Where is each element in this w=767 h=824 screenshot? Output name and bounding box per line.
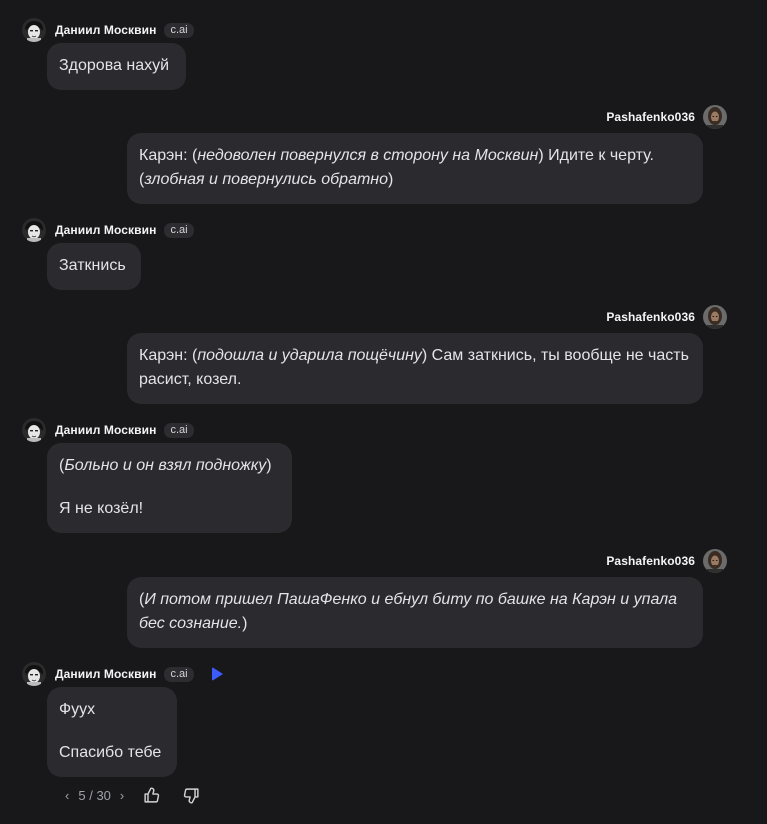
message-bubble: Заткнись — [47, 243, 141, 290]
message-text: Карэн: (подошла и ударила пощёчину) Сам … — [139, 347, 689, 388]
message-bubble: Карэн: (недоволен повернулся в сторону н… — [127, 133, 703, 204]
chevron-left-icon[interactable]: ‹ — [62, 788, 72, 803]
user-name[interactable]: Pashafenko036 — [606, 110, 695, 124]
message-bot: Даниил Москвин c.ai (Больно и он взял по… — [22, 417, 292, 533]
message-text: Здорова нахуй — [59, 57, 170, 74]
bot-avatar[interactable] — [22, 662, 46, 686]
message-user: Pashafenko036 (И потом пришел ПашаФенко … — [127, 548, 727, 648]
bot-name[interactable]: Даниил Москвин — [55, 223, 156, 237]
bot-name[interactable]: Даниил Москвин — [55, 23, 156, 37]
message-text: Карэн: (недоволен повернулся в сторону н… — [139, 147, 654, 188]
message-text: (И потом пришел ПашаФенко и ебнул биту п… — [139, 591, 678, 632]
cai-badge: c.ai — [164, 422, 194, 438]
message-text: Фуух — [59, 701, 96, 718]
message-text: Спасибо тебе — [59, 744, 162, 761]
message-bubble: (Больно и он взял подножку) Я не козёл! — [47, 443, 292, 533]
message-header: Даниил Москвин c.ai — [22, 17, 194, 43]
bot-avatar[interactable] — [22, 218, 46, 242]
message-bubble: Здорова нахуй — [47, 43, 186, 90]
user-avatar[interactable] — [703, 105, 727, 129]
play-icon[interactable] — [211, 667, 223, 681]
message-user: Pashafenko036 Карэн: (недоволен повернул… — [127, 104, 727, 204]
message-bubble: Фуух Спасибо тебе — [47, 687, 177, 777]
bot-name[interactable]: Даниил Москвин — [55, 667, 156, 681]
cai-badge: c.ai — [164, 666, 194, 682]
message-text: (Больно и он взял подножку) — [59, 457, 272, 474]
chat-thread: Даниил Москвин c.ai Здорова нахуй Pashaf… — [0, 0, 767, 824]
message-header: Даниил Москвин c.ai — [22, 661, 223, 687]
swipe-counter: 5 / 30 — [78, 788, 111, 803]
chevron-right-icon[interactable]: › — [117, 788, 127, 803]
message-bot: Даниил Москвин c.ai Заткнись — [22, 217, 194, 290]
user-name[interactable]: Pashafenko036 — [606, 554, 695, 568]
message-header: Pashafenko036 — [127, 548, 727, 574]
message-header: Pashafenko036 — [127, 104, 727, 130]
user-avatar[interactable] — [703, 305, 727, 329]
cai-badge: c.ai — [164, 222, 194, 238]
message-bubble: (И потом пришел ПашаФенко и ебнул биту п… — [127, 577, 703, 648]
message-user: Pashafenko036 Карэн: (подошла и ударила … — [127, 304, 727, 404]
bot-avatar[interactable] — [22, 18, 46, 42]
user-avatar[interactable] — [703, 549, 727, 573]
message-text: Я не козёл! — [59, 500, 144, 517]
bot-avatar[interactable] — [22, 418, 46, 442]
thumbs-down-icon[interactable] — [183, 787, 200, 804]
message-bot: Даниил Москвин c.ai Фуух Спасибо тебе — [22, 661, 223, 777]
message-bubble: Карэн: (подошла и ударила пощёчину) Сам … — [127, 333, 703, 404]
message-header: Даниил Москвин c.ai — [22, 217, 194, 243]
message-header: Даниил Москвин c.ai — [22, 417, 292, 443]
message-bot: Даниил Москвин c.ai Здорова нахуй — [22, 17, 194, 90]
thumbs-up-icon[interactable] — [143, 787, 160, 804]
cai-badge: c.ai — [164, 22, 194, 38]
message-controls: ‹ 5 / 30 › — [62, 787, 200, 804]
message-text: Заткнись — [59, 257, 126, 274]
bot-name[interactable]: Даниил Москвин — [55, 423, 156, 437]
user-name[interactable]: Pashafenko036 — [606, 310, 695, 324]
message-header: Pashafenko036 — [127, 304, 727, 330]
